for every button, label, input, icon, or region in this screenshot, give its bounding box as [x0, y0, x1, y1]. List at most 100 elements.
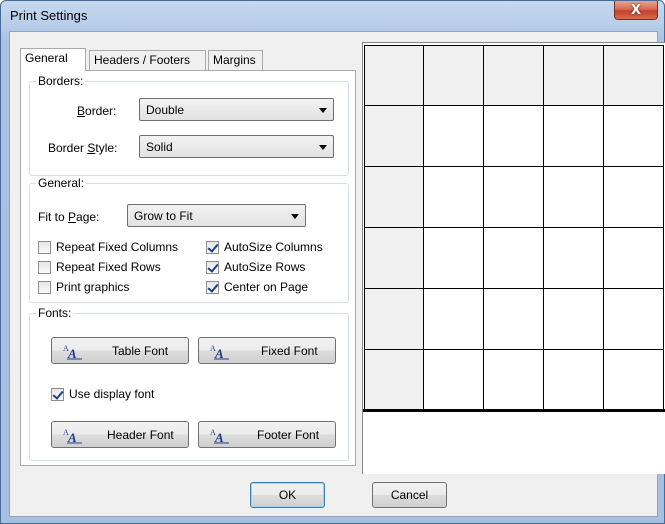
close-icon: X — [630, 2, 642, 18]
preview-cell — [544, 289, 604, 350]
cancel-button-label: Cancel — [390, 488, 429, 502]
use-display-font-checkbox[interactable]: Use display font — [51, 387, 154, 401]
checkmark-icon — [206, 280, 219, 294]
tab-headers-footers[interactable]: Headers / Footers — [89, 50, 206, 70]
border-select-value: Double — [146, 103, 185, 117]
tab-general[interactable]: General — [20, 48, 86, 71]
preview-cell — [364, 167, 424, 228]
repeat-fixed-columns-checkbox[interactable]: Repeat Fixed Columns — [38, 240, 178, 254]
use-display-font-label: Use display font — [69, 387, 155, 401]
chevron-down-icon — [291, 214, 299, 219]
cancel-button[interactable]: Cancel — [372, 482, 447, 508]
border-style-select[interactable]: Solid — [139, 135, 334, 158]
preview-cell — [484, 289, 544, 350]
fixed-font-label: Fixed Font — [261, 344, 318, 358]
preview-cell — [544, 167, 604, 228]
svg-text:A: A — [214, 430, 224, 444]
preview-cell — [484, 228, 544, 289]
fit-to-page-value: Grow to Fit — [134, 209, 193, 223]
chevron-down-icon — [319, 145, 327, 150]
preview-cell — [484, 350, 544, 411]
ok-button[interactable]: OK — [250, 482, 325, 508]
center-on-page-label: Center on Page — [224, 280, 309, 294]
preview-cell — [424, 289, 484, 350]
checkbox-box — [38, 260, 51, 274]
repeat-fixed-rows-label: Repeat Fixed Rows — [56, 260, 161, 274]
fit-to-page-label: Fit to Page: — [38, 210, 100, 224]
center-on-page-checkbox[interactable]: Center on Page — [206, 280, 308, 294]
preview-cell — [424, 228, 484, 289]
general-tab-panel: Borders: Border: Double Border Style: So… — [20, 70, 356, 466]
borders-group — [29, 81, 349, 176]
table-font-label: Table Font — [112, 344, 169, 358]
window-title: Print Settings — [10, 8, 88, 23]
print-preview — [362, 42, 665, 474]
table-font-button[interactable]: A A Table Font — [51, 337, 189, 364]
footer-font-button[interactable]: A A Footer Font — [198, 421, 336, 448]
preview-cell — [544, 228, 604, 289]
preview-cell — [364, 45, 424, 106]
tab-margins[interactable]: Margins — [208, 50, 263, 70]
fit-to-page-select[interactable]: Grow to Fit — [127, 204, 306, 227]
preview-cell — [544, 45, 604, 106]
repeat-fixed-rows-checkbox[interactable]: Repeat Fixed Rows — [38, 260, 161, 274]
fonts-legend: Fonts: — [36, 306, 74, 320]
preview-cell — [604, 45, 664, 106]
preview-cell — [484, 106, 544, 167]
preview-cell — [364, 228, 424, 289]
preview-cell — [484, 167, 544, 228]
preview-cell — [364, 106, 424, 167]
autosize-rows-checkbox[interactable]: AutoSize Rows — [206, 260, 305, 274]
autosize-columns-label: AutoSize Columns — [224, 240, 323, 254]
checkmark-icon — [206, 240, 219, 254]
tab-general-label: General — [25, 51, 68, 65]
tab-margins-label: Margins — [213, 53, 256, 67]
print-graphics-label: Print graphics — [56, 280, 130, 294]
border-style-label: Border Style: — [48, 141, 118, 155]
preview-cell — [364, 350, 424, 411]
svg-text:A: A — [214, 346, 224, 360]
border-label: Border: — [77, 104, 117, 118]
preview-cell — [424, 350, 484, 411]
close-button[interactable]: X — [614, 1, 658, 20]
autosize-columns-checkbox[interactable]: AutoSize Columns — [206, 240, 323, 254]
fixed-font-button[interactable]: A A Fixed Font — [198, 337, 336, 364]
preview-cell — [604, 289, 664, 350]
borders-legend: Borders: — [36, 74, 86, 88]
border-select[interactable]: Double — [139, 98, 334, 121]
checkbox-box — [38, 280, 51, 294]
autosize-rows-label: AutoSize Rows — [224, 260, 306, 274]
repeat-fixed-columns-label: Repeat Fixed Columns — [56, 240, 179, 254]
title-bar[interactable]: Print Settings X — [1, 1, 664, 29]
header-font-label: Header Font — [107, 428, 174, 442]
preview-cell — [604, 106, 664, 167]
preview-cell — [364, 289, 424, 350]
svg-text:A: A — [67, 346, 77, 360]
chevron-down-icon — [319, 108, 327, 113]
preview-cell — [424, 106, 484, 167]
preview-cell — [544, 350, 604, 411]
preview-cell — [544, 106, 604, 167]
font-icon: A A — [210, 428, 229, 444]
general-legend: General: — [36, 176, 87, 190]
checkmark-icon — [51, 387, 64, 401]
font-icon: A A — [63, 428, 82, 444]
footer-font-label: Footer Font — [257, 428, 320, 442]
header-font-button[interactable]: A A Header Font — [51, 421, 189, 448]
font-icon: A A — [63, 344, 82, 360]
preview-cell — [604, 228, 664, 289]
preview-cell — [604, 350, 664, 411]
tab-headers-footers-label: Headers / Footers — [94, 53, 191, 67]
preview-cell — [604, 167, 664, 228]
checkbox-box — [38, 240, 51, 254]
ok-button-label: OK — [278, 488, 297, 502]
print-graphics-checkbox[interactable]: Print graphics — [38, 280, 129, 294]
preview-cell — [424, 45, 484, 106]
preview-cell — [484, 45, 544, 106]
checkmark-icon — [206, 260, 219, 274]
font-icon: A A — [210, 344, 229, 360]
preview-grid-bottom-border — [363, 409, 665, 412]
svg-text:A: A — [67, 430, 77, 444]
border-style-select-value: Solid — [146, 140, 173, 154]
preview-cell — [424, 167, 484, 228]
